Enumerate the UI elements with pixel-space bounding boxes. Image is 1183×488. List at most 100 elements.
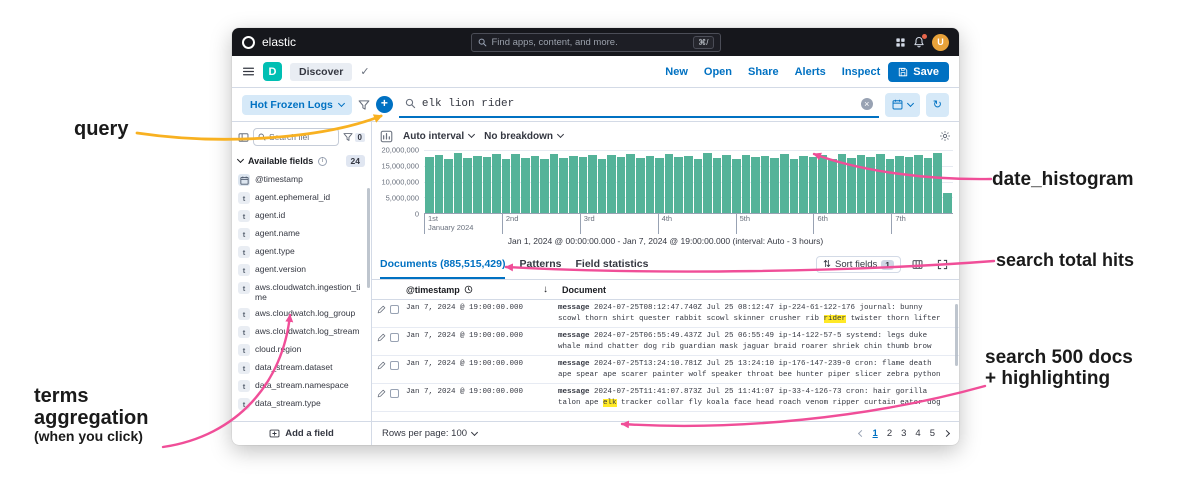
refresh-button[interactable]: ↻ xyxy=(925,92,949,117)
histogram-bar[interactable] xyxy=(645,156,655,213)
histogram-bar[interactable] xyxy=(636,157,645,213)
field-item-agent.id[interactable]: t agent.id xyxy=(237,207,366,225)
field-item-data_stream.type[interactable]: t data_stream.type xyxy=(237,395,366,413)
menu-icon[interactable] xyxy=(242,65,255,78)
data-view-picker[interactable]: Hot Frozen Logs xyxy=(242,94,352,115)
field-item-aws.cloudwatch.ingestion_time[interactable]: t aws.cloudwatch.ingestion_time xyxy=(237,279,366,305)
histogram-bar[interactable] xyxy=(540,159,549,213)
histogram-bar[interactable] xyxy=(559,158,568,213)
row-checkbox[interactable] xyxy=(390,305,399,314)
row-checkbox[interactable] xyxy=(390,333,399,342)
expand-row-icon[interactable] xyxy=(377,389,386,398)
top-nav-link-new[interactable]: New xyxy=(665,66,688,78)
histogram-bar[interactable] xyxy=(703,153,712,213)
histogram-bar[interactable] xyxy=(684,155,693,213)
histogram-bar[interactable] xyxy=(568,156,578,213)
fullscreen-icon[interactable] xyxy=(933,256,951,274)
available-fields-header[interactable]: Available fields i 24 xyxy=(232,150,371,171)
histogram-bar[interactable] xyxy=(616,156,626,213)
table-columns-icon[interactable] xyxy=(908,256,926,274)
filter-icon[interactable] xyxy=(358,99,370,111)
histogram-bar[interactable] xyxy=(530,155,540,213)
field-item-data_stream.dataset[interactable]: t data_stream.dataset xyxy=(237,359,366,377)
previous-page-icon[interactable] xyxy=(857,429,865,438)
histogram-bar[interactable] xyxy=(923,158,933,213)
histogram-bar[interactable] xyxy=(741,154,751,213)
next-page-icon[interactable] xyxy=(942,429,951,438)
field-type-filter-button[interactable]: 0 xyxy=(343,132,365,142)
query-input[interactable]: elk lion rider × xyxy=(398,91,879,118)
top-nav-link-share[interactable]: Share xyxy=(748,66,779,78)
chart-options-icon[interactable] xyxy=(939,130,951,142)
histogram-bar[interactable] xyxy=(472,156,482,213)
histogram-bar[interactable] xyxy=(444,158,453,213)
expand-row-icon[interactable] xyxy=(377,305,386,314)
histogram-bar[interactable] xyxy=(875,153,885,213)
histogram-bar[interactable] xyxy=(799,155,808,213)
page-2[interactable]: 2 xyxy=(887,428,892,439)
rows-per-page-button[interactable]: Rows per page: 100 xyxy=(382,428,479,439)
row-checkbox[interactable] xyxy=(390,389,399,398)
apps-icon[interactable] xyxy=(895,37,906,48)
histogram-bar[interactable] xyxy=(827,159,837,213)
add-field-button[interactable]: Add a field xyxy=(232,421,371,445)
field-item-agent.version[interactable]: t agent.version xyxy=(237,261,366,279)
histogram-bar[interactable] xyxy=(607,155,616,213)
field-item-aws.cloudwatch.log_stream[interactable]: t aws.cloudwatch.log_stream xyxy=(237,323,366,341)
histogram-bar[interactable] xyxy=(434,155,444,213)
field-item-cloud.region[interactable]: t cloud.region xyxy=(237,341,366,359)
field-item-agent.ephemeral_id[interactable]: t agent.ephemeral_id xyxy=(237,189,366,207)
tab-patterns[interactable]: Patterns xyxy=(519,250,561,279)
row-document[interactable]: message 2024-07-25T11:41:07.873Z Jul 25 … xyxy=(558,387,959,410)
histogram-bar[interactable] xyxy=(578,157,588,213)
discover-app-icon[interactable]: D xyxy=(263,62,282,81)
page-3[interactable]: 3 xyxy=(901,428,906,439)
histogram-bar[interactable] xyxy=(760,156,770,213)
histogram-bar[interactable] xyxy=(626,153,636,213)
breakdown-dropdown[interactable]: No breakdown xyxy=(484,131,565,142)
histogram-bar[interactable] xyxy=(655,158,664,213)
histogram-bar[interactable] xyxy=(520,157,530,213)
user-avatar[interactable]: U xyxy=(931,33,949,51)
tab-documents[interactable]: Documents (885,515,429) xyxy=(380,250,506,279)
field-item-agent.type[interactable]: t agent.type xyxy=(237,243,366,261)
histogram-bar[interactable] xyxy=(808,156,818,213)
histogram-bar[interactable] xyxy=(866,156,875,213)
histogram-bar[interactable] xyxy=(770,157,779,213)
collapse-sidebar-icon[interactable] xyxy=(238,132,249,143)
save-button[interactable]: Save xyxy=(888,61,949,82)
top-nav-link-inspect[interactable]: Inspect xyxy=(842,66,881,78)
expand-row-icon[interactable] xyxy=(377,361,386,370)
field-item-agent.name[interactable]: t agent.name xyxy=(237,225,366,243)
histogram-bar[interactable] xyxy=(856,155,866,213)
histogram-bar[interactable] xyxy=(549,153,559,213)
histogram-bar[interactable] xyxy=(837,154,847,213)
breadcrumb-discover[interactable]: Discover xyxy=(290,62,353,81)
page-4[interactable]: 4 xyxy=(915,428,920,439)
page-1[interactable]: 1 xyxy=(873,428,878,439)
timestamp-column-header[interactable]: @timestamp xyxy=(406,285,460,295)
histogram-bar[interactable] xyxy=(818,155,827,213)
histogram-bar[interactable] xyxy=(943,193,952,213)
row-document[interactable]: message 2024-07-25T13:24:10.781Z Jul 25 … xyxy=(558,359,959,382)
add-filter-button[interactable]: + xyxy=(375,96,393,113)
histogram-bar[interactable] xyxy=(712,157,722,213)
histogram-bar[interactable] xyxy=(914,154,923,213)
elastic-logo-icon[interactable] xyxy=(242,35,255,49)
histogram-bar[interactable] xyxy=(895,156,904,213)
histogram-bar[interactable] xyxy=(463,157,472,213)
histogram-bar[interactable] xyxy=(789,158,799,213)
tab-field[interactable]: Field statistics xyxy=(576,250,649,279)
histogram-bar[interactable] xyxy=(751,157,760,213)
histogram-bar[interactable] xyxy=(588,154,597,213)
page-5[interactable]: 5 xyxy=(930,428,935,439)
histogram-bar[interactable] xyxy=(933,153,943,213)
histogram-bar[interactable] xyxy=(425,156,434,213)
edit-visualization-icon[interactable] xyxy=(380,130,393,143)
sort-fields-button[interactable]: ⇅ Sort fields 1 xyxy=(816,256,901,273)
histogram-plot[interactable] xyxy=(424,150,953,214)
table-scrollbar[interactable] xyxy=(955,304,958,366)
sidebar-scrollbar[interactable] xyxy=(367,188,370,288)
field-item-@timestamp[interactable]: @timestamp xyxy=(237,171,366,189)
global-search-input[interactable]: Find apps, content, and more. ⌘/ xyxy=(470,32,721,52)
